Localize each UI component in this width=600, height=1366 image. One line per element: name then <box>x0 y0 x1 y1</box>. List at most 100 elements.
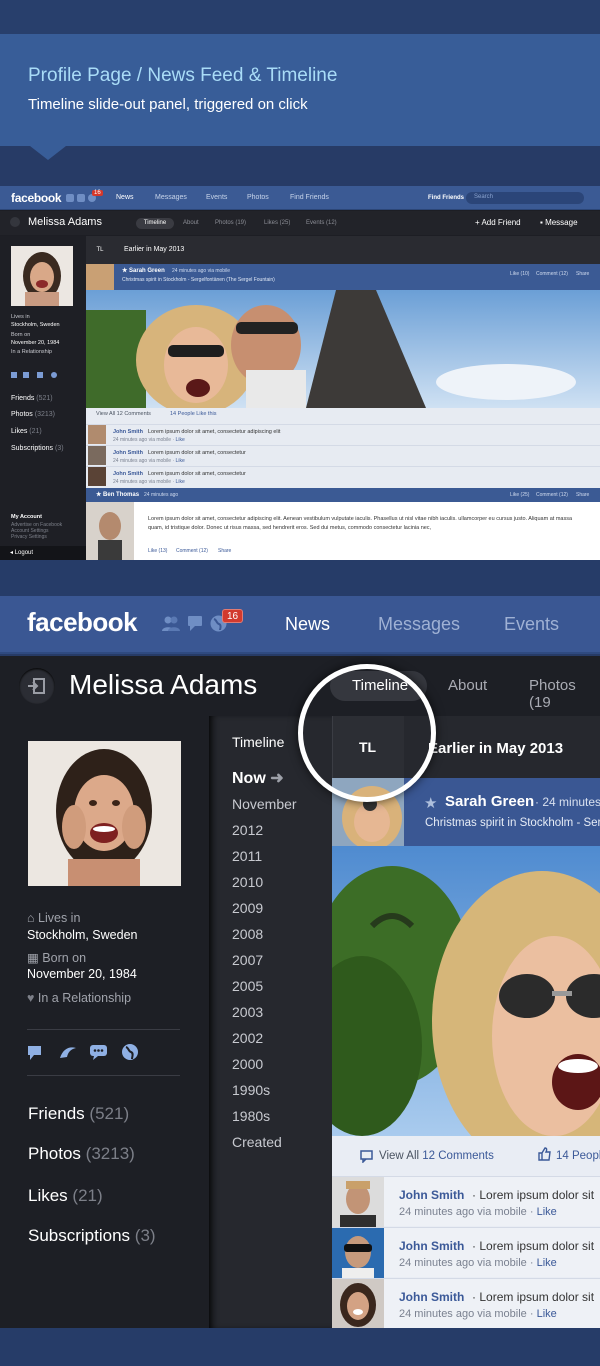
small-ben-share[interactable]: Share <box>576 492 589 498</box>
small-friends-icon[interactable] <box>66 194 74 202</box>
timeline-item[interactable]: 1990s <box>232 1082 270 1098</box>
small-stat-subscriptions[interactable]: Subscriptions (3) <box>11 445 64 452</box>
timeline-item[interactable]: November <box>232 796 297 812</box>
small-comment-like[interactable]: Like <box>176 479 185 485</box>
globe-icon[interactable] <box>121 1043 139 1061</box>
small-post-author[interactable]: ★ Sarah Green <box>122 267 165 274</box>
comment-author[interactable]: John Smith <box>399 1290 464 1304</box>
comment-like[interactable]: Like <box>537 1206 557 1218</box>
timeline-item[interactable]: 2007 <box>232 952 263 968</box>
timeline-item[interactable]: 2012 <box>232 822 263 838</box>
small-nav-messages[interactable]: Messages <box>155 194 187 201</box>
small-nav-photos[interactable]: Photos <box>247 194 269 201</box>
small-post-comment[interactable]: Comment (12) <box>536 271 568 277</box>
small-comment-avatar[interactable] <box>88 446 106 465</box>
facebook-logo[interactable]: facebook <box>27 607 138 638</box>
small-ben-author[interactable]: ★ Ben Thomas <box>96 491 139 498</box>
small-my-account[interactable]: My Account <box>11 514 42 520</box>
small-logout-button[interactable]: ◂ Logout <box>0 546 86 560</box>
small-messages-icon[interactable] <box>77 194 85 202</box>
small-comment-like[interactable]: Like <box>176 458 185 464</box>
small-profile-avatar[interactable] <box>11 246 73 306</box>
timeline-item[interactable]: 2008 <box>232 926 263 942</box>
small-ben-like[interactable]: Like (25) <box>510 492 529 498</box>
post-author[interactable]: Sarah Green <box>445 793 534 810</box>
comment-like[interactable]: Like <box>537 1308 557 1320</box>
small-ben-post-share[interactable]: Share <box>218 548 231 554</box>
small-comment-author[interactable]: John Smith <box>113 429 143 435</box>
small-stat-friends[interactable]: Friends (521) <box>11 395 53 402</box>
stat-likes[interactable]: Likes (21) <box>28 1186 103 1206</box>
small-nav-news[interactable]: News <box>116 194 134 201</box>
small-comment-author[interactable]: John Smith <box>113 471 143 477</box>
small-comment-avatar[interactable] <box>88 467 106 486</box>
stat-friends[interactable]: Friends (521) <box>28 1104 129 1124</box>
view-all-comments[interactable]: View All 12 Comments <box>379 1150 494 1162</box>
timeline-item[interactable]: 2011 <box>232 848 262 864</box>
comment-avatar[interactable] <box>332 1228 384 1278</box>
timeline-item[interactable]: 2010 <box>232 874 263 890</box>
timeline-item[interactable]: 1980s <box>232 1108 270 1124</box>
post-author-thumb[interactable] <box>332 778 404 846</box>
small-search-input[interactable]: Search <box>466 192 584 204</box>
comment-avatar[interactable] <box>332 1279 384 1329</box>
post-photo[interactable] <box>332 846 600 1136</box>
stat-photos[interactable]: Photos (3213) <box>28 1144 135 1164</box>
timeline-item[interactable]: Created <box>232 1134 282 1150</box>
small-post-share[interactable]: Share <box>576 271 589 277</box>
small-tab-photos[interactable]: Photos (19) <box>215 220 246 226</box>
comment-avatar[interactable] <box>332 1177 384 1227</box>
small-nav-find-friends[interactable]: Find Friends <box>290 194 329 201</box>
small-privacy-settings-link[interactable]: Privacy Settings <box>11 534 47 540</box>
stat-subscriptions[interactable]: Subscriptions (3) <box>28 1226 156 1246</box>
nav-events[interactable]: Events <box>504 614 559 635</box>
small-post-thumb[interactable] <box>86 264 114 290</box>
speech-bubble-icon[interactable] <box>89 1043 109 1061</box>
small-message-button[interactable]: ▪ Message <box>540 218 578 227</box>
small-nav-events[interactable]: Events <box>206 194 227 201</box>
small-stat-likes[interactable]: Likes (21) <box>11 428 42 435</box>
back-button[interactable] <box>19 668 55 704</box>
small-add-friend-button[interactable]: + Add Friend <box>475 218 521 227</box>
bird-icon[interactable] <box>59 1043 77 1061</box>
small-view-all-comments[interactable]: View All 12 Comments <box>96 411 151 417</box>
small-post-like[interactable]: Like (10) <box>510 271 529 277</box>
messages-icon[interactable] <box>186 614 204 632</box>
small-tab-timeline[interactable]: Timeline <box>136 218 174 229</box>
tab-photos[interactable]: Photos (19 <box>529 677 600 711</box>
small-comment-like[interactable]: Like <box>176 437 185 443</box>
comment-like[interactable]: Like <box>537 1257 557 1269</box>
small-people-like[interactable]: 14 People Like this <box>170 411 216 417</box>
people-like-this[interactable]: 14 Peopl <box>556 1150 600 1162</box>
small-ben-post-like[interactable]: Like (13) <box>148 548 167 554</box>
comment-author[interactable]: John Smith <box>399 1188 464 1202</box>
small-stat-photos[interactable]: Photos (3213) <box>11 411 55 418</box>
profile-avatar[interactable] <box>28 741 181 886</box>
small-ben-avatar[interactable] <box>86 502 134 560</box>
small-facebook-logo[interactable]: facebook <box>11 191 62 205</box>
small-back-icon[interactable] <box>10 217 20 227</box>
tab-about[interactable]: About <box>448 677 487 694</box>
timeline-item[interactable]: 2003 <box>232 1004 263 1020</box>
comment-author[interactable]: John Smith <box>399 1239 464 1253</box>
nav-messages[interactable]: Messages <box>378 614 460 635</box>
small-find-friends-link[interactable]: Find Friends <box>428 195 464 201</box>
small-comment-author[interactable]: John Smith <box>113 450 143 456</box>
small-tl-button[interactable]: TL <box>86 236 114 264</box>
timeline-item[interactable]: 2002 <box>232 1030 263 1046</box>
nav-news[interactable]: News <box>285 614 330 635</box>
chat-icon[interactable] <box>27 1043 45 1061</box>
small-post-photo[interactable] <box>86 290 600 408</box>
star-icon[interactable]: ★ <box>424 794 437 812</box>
small-tab-about[interactable]: About <box>183 220 199 226</box>
timeline-item[interactable]: 2009 <box>232 900 263 916</box>
timeline-item[interactable]: 2005 <box>232 978 263 994</box>
small-tab-likes[interactable]: Likes (25) <box>264 220 290 226</box>
small-comment-avatar[interactable] <box>88 425 106 444</box>
friends-icon[interactable] <box>162 614 180 632</box>
timeline-item[interactable]: 2000 <box>232 1056 263 1072</box>
small-ben-post-comment[interactable]: Comment (12) <box>176 548 208 554</box>
timeline-item-now[interactable]: Now ➜ <box>232 768 284 788</box>
small-tab-events[interactable]: Events (12) <box>306 220 337 226</box>
small-ben-comment[interactable]: Comment (12) <box>536 492 568 498</box>
